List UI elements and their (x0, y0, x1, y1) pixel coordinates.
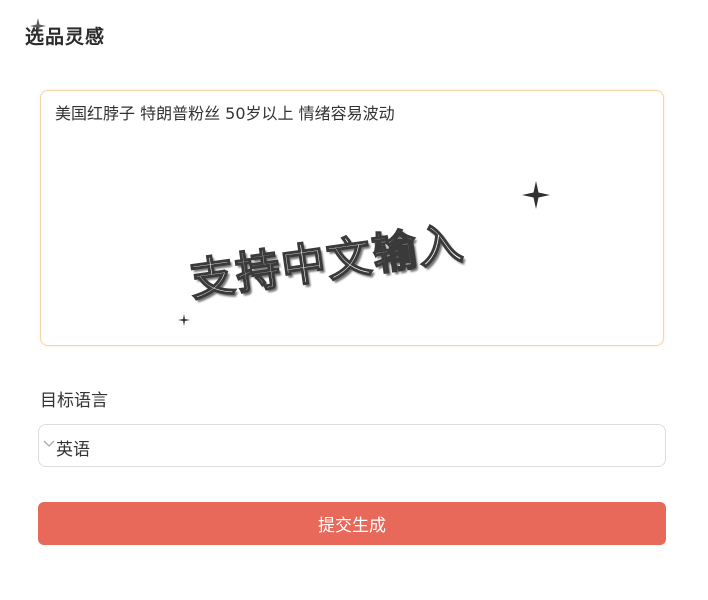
sparkle-icon (522, 181, 550, 209)
sparkle-icon (30, 18, 46, 34)
inspiration-text[interactable]: 美国红脖子 特朗普粉丝 50岁以上 情绪容易波动 (55, 103, 649, 125)
target-language-select[interactable]: 英语 (38, 424, 666, 467)
target-language-value: 英语 (56, 440, 90, 460)
chevron-down-icon (43, 440, 55, 447)
sparkle-icon (178, 314, 190, 326)
product-inspiration-form: 选品灵感 美国红脖子 特朗普粉丝 50岁以上 情绪容易波动 支持中文输入 目标语… (0, 0, 708, 600)
submit-generate-button[interactable]: 提交生成 (38, 502, 666, 545)
inspiration-textarea[interactable]: 美国红脖子 特朗普粉丝 50岁以上 情绪容易波动 (40, 90, 664, 346)
target-language-label: 目标语言 (40, 391, 108, 411)
